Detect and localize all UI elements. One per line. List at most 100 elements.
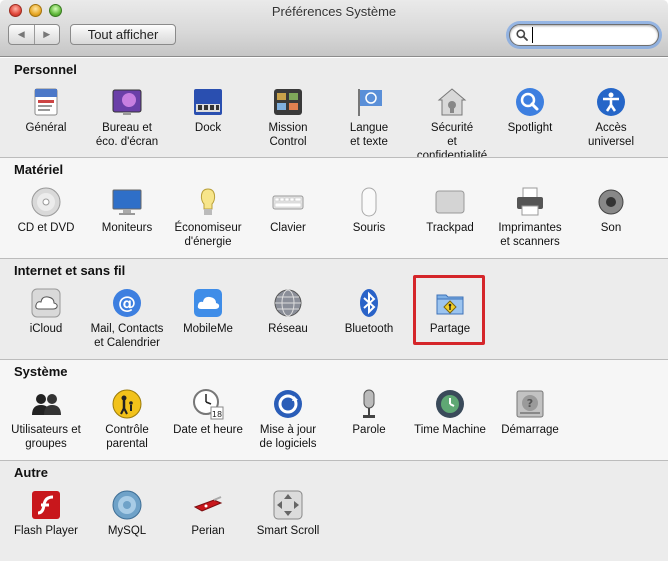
pane-smart-scroll[interactable]: Smart Scroll [248, 489, 328, 538]
pane-label: Contrôle parental [105, 424, 149, 450]
time-machine-icon [434, 388, 466, 420]
pane-label: Dock [194, 122, 222, 134]
date-time-icon: 18 [192, 388, 224, 420]
pane-printers[interactable]: Imprimantes et scanners [490, 186, 570, 249]
spotlight-icon [514, 86, 546, 118]
pane-cd-dvd[interactable]: CD et DVD [6, 186, 86, 235]
pane-security[interactable]: Sécurité et confidentialité [412, 86, 492, 163]
sound-icon [595, 186, 627, 218]
cd-dvd-icon [30, 186, 62, 218]
pane-label: Perian [191, 525, 225, 537]
pane-displays[interactable]: Moniteurs [87, 186, 167, 235]
pane-label: Mise à jour de logiciels [259, 424, 317, 450]
section-systeme: Système Utilisateurs et groupes Contrôle… [0, 360, 668, 460]
section-title: Matériel [14, 162, 64, 177]
search-field[interactable] [509, 24, 659, 46]
keyboard-icon [272, 186, 304, 218]
section-materiel: Matériel CD et DVD Moniteurs Économiseur… [0, 158, 668, 258]
pane-label: Spotlight [507, 122, 553, 134]
pane-label: Démarrage [501, 424, 559, 436]
pane-date-time[interactable]: 18 Date et heure [168, 388, 248, 437]
pane-label: Bluetooth [344, 323, 394, 335]
svg-text:@: @ [118, 293, 136, 314]
language-icon [353, 86, 385, 118]
section-title: Système [14, 364, 68, 379]
pane-software-update[interactable]: Mise à jour de logiciels [248, 388, 328, 451]
pane-mail[interactable]: @ Mail, Contacts et Calendrier [87, 287, 167, 350]
pane-spotlight[interactable]: Spotlight [490, 86, 570, 135]
network-icon [272, 287, 304, 319]
speech-icon [353, 388, 385, 420]
pane-network[interactable]: Réseau [248, 287, 328, 336]
section-title: Personnel [14, 62, 77, 77]
show-all-button[interactable]: Tout afficher [70, 24, 176, 45]
security-icon [436, 86, 468, 118]
pane-mysql[interactable]: MySQL [87, 489, 167, 538]
section-personnel: Personnel Général Bureau et éco. d'écran… [0, 58, 668, 162]
pane-language[interactable]: Langue et texte [329, 86, 409, 149]
pane-sound[interactable]: Son [571, 186, 651, 235]
pane-desktop[interactable]: Bureau et éco. d'écran [87, 86, 167, 149]
flash-player-icon [30, 489, 62, 521]
pane-mouse[interactable]: Souris [329, 186, 409, 235]
startup-disk-icon: ? [514, 388, 546, 420]
pane-label: Smart Scroll [256, 525, 320, 537]
pane-label: Réseau [268, 323, 308, 335]
pane-label: Clavier [270, 222, 306, 234]
svg-text:18: 18 [212, 410, 222, 419]
pane-time-machine[interactable]: Time Machine [410, 388, 490, 437]
displays-icon [111, 186, 143, 218]
search-input[interactable] [532, 27, 652, 43]
pane-label: MySQL [107, 525, 147, 537]
pane-label: Son [600, 222, 622, 234]
svg-text:?: ? [527, 397, 533, 410]
pane-label: iCloud [29, 323, 63, 335]
pane-icloud[interactable]: iCloud [6, 287, 86, 336]
general-icon [30, 86, 62, 118]
software-update-icon [272, 388, 304, 420]
pane-accessibility[interactable]: Accès universel [571, 86, 651, 149]
pane-startup-disk[interactable]: ? Démarrage [490, 388, 570, 437]
pane-keyboard[interactable]: Clavier [248, 186, 328, 235]
pane-label: CD et DVD [17, 222, 75, 234]
pane-label: MobileMe [183, 323, 233, 335]
pane-label: Accès universel [587, 122, 635, 148]
mysql-icon [111, 489, 143, 521]
parental-controls-icon [111, 388, 143, 420]
users-icon [30, 388, 62, 420]
pane-flash-player[interactable]: Flash Player [6, 489, 86, 538]
pane-label: Parole [352, 424, 386, 436]
pane-label: Time Machine [414, 424, 486, 436]
pane-general[interactable]: Général [6, 86, 86, 135]
pane-bluetooth[interactable]: Bluetooth [329, 287, 409, 336]
smart-scroll-icon [272, 489, 304, 521]
forward-button[interactable]: ▶ [33, 25, 60, 44]
pane-label: Utilisateurs et groupes [11, 424, 81, 450]
pane-label: Langue et texte [349, 122, 389, 148]
pane-users[interactable]: Utilisateurs et groupes [6, 388, 86, 451]
pane-label: Date et heure [173, 424, 243, 436]
perian-icon [192, 489, 224, 521]
pane-parental-controls[interactable]: Contrôle parental [87, 388, 167, 451]
pane-label: Bureau et éco. d'écran [95, 122, 159, 148]
pane-trackpad[interactable]: Trackpad [410, 186, 490, 235]
pane-mission-control[interactable]: Mission Control [248, 86, 328, 149]
pane-perian[interactable]: Perian [168, 489, 248, 538]
section-autre: Autre Flash Player MySQL Perian Smart Sc… [0, 461, 668, 561]
back-button[interactable]: ◀ [9, 25, 34, 44]
title-bar: Préférences Système ◀ ▶ Tout afficher [0, 0, 668, 57]
section-title: Internet et sans fil [14, 263, 126, 278]
section-internet: Internet et sans fil iCloud @ Mail, Cont… [0, 259, 668, 359]
icloud-icon [30, 287, 62, 319]
mail-icon: @ [111, 287, 143, 319]
pane-label: Imprimantes et scanners [498, 222, 562, 248]
pane-label: Général [25, 122, 67, 134]
pane-energy-saver[interactable]: Économiseur d'énergie [168, 186, 248, 249]
pane-speech[interactable]: Parole [329, 388, 409, 437]
pane-mobileme[interactable]: MobileMe [168, 287, 248, 336]
energy-saver-icon [192, 186, 224, 218]
desktop-icon [111, 86, 143, 118]
pane-dock[interactable]: Dock [168, 86, 248, 135]
pane-label: Souris [352, 222, 386, 234]
back-forward-control: ◀ ▶ [8, 24, 60, 45]
